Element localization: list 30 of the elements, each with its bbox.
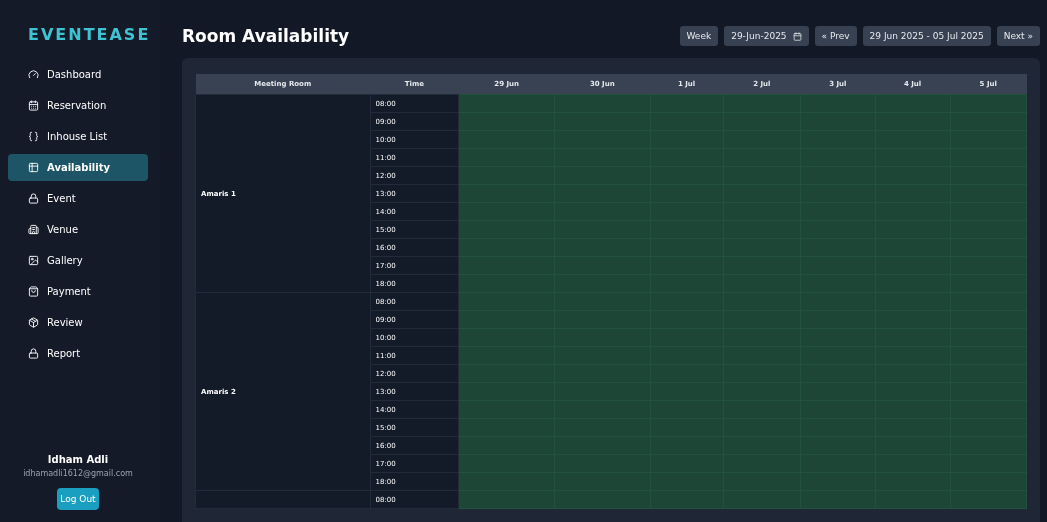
page-title: Room Availability xyxy=(182,26,350,46)
sidebar-item[interactable]: Inhouse List xyxy=(8,123,148,150)
box-icon xyxy=(28,317,39,328)
image-icon xyxy=(28,255,39,266)
bag-icon xyxy=(28,286,39,297)
lock-icon xyxy=(28,193,39,204)
view-select[interactable]: Week xyxy=(679,26,719,46)
lock-icon xyxy=(28,348,39,359)
sidebar-item[interactable]: Availability xyxy=(8,154,148,181)
sidebar-item[interactable]: Reservation xyxy=(8,92,148,119)
calendar-icon xyxy=(792,31,802,41)
date-field[interactable]: 29-Jun-2025 xyxy=(724,26,809,46)
sidebar-item[interactable]: Dashboard xyxy=(8,61,148,88)
sidebar-item[interactable]: Review xyxy=(8,309,148,336)
next-button[interactable]: Next » xyxy=(996,26,1040,46)
brand-logo: EVENTEASE xyxy=(28,24,151,46)
sidebar-item[interactable]: Gallery xyxy=(8,247,148,274)
calendar-icon xyxy=(28,100,39,111)
sidebar-item[interactable]: Event xyxy=(8,185,148,212)
sidebar-item[interactable]: Payment xyxy=(8,278,148,305)
user-name: Idham Adli xyxy=(47,454,109,465)
date-range-button[interactable]: 29 Jun 2025 - 05 Jul 2025 xyxy=(862,26,991,46)
building-icon xyxy=(28,224,39,235)
user-email: idhamadli1612@gmail.com xyxy=(23,469,133,478)
table-icon xyxy=(28,162,39,173)
prev-button[interactable]: « Prev xyxy=(814,26,857,46)
sidebar-item[interactable]: Venue xyxy=(8,216,148,243)
gauge-icon xyxy=(28,69,39,80)
sidebar-item[interactable]: Report xyxy=(8,340,148,367)
braces-icon xyxy=(28,131,39,142)
